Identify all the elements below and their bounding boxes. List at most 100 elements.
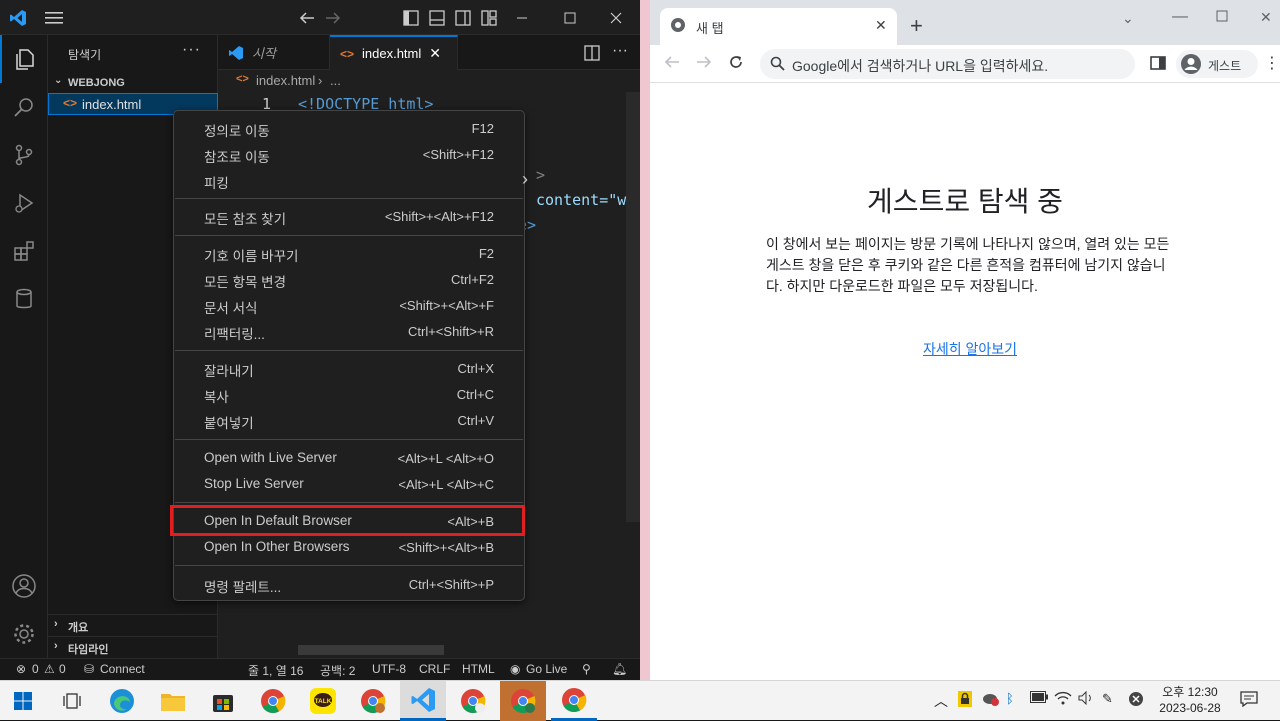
microsoft-store-icon[interactable] <box>200 681 246 721</box>
close-tab-icon[interactable]: ✕ <box>429 45 441 62</box>
indentation[interactable]: 공백: 2 <box>320 662 355 679</box>
search-icon[interactable] <box>0 83 48 131</box>
kebab-menu-icon[interactable]: ⋮ <box>1264 53 1280 73</box>
more-actions-icon[interactable]: ··· <box>182 41 201 59</box>
warnings-icon[interactable]: ⚠ <box>44 662 55 676</box>
address-bar[interactable]: Google에서 검색하거나 URL을 입력하세요. <box>760 49 1135 79</box>
go-live-button[interactable]: Go Live <box>526 662 567 676</box>
bluetooth-icon[interactable]: ᛒ <box>1006 691 1014 706</box>
code-fragment[interactable]: content="wi <box>536 191 635 209</box>
settings-gear-icon[interactable] <box>0 610 48 658</box>
maximize-icon[interactable] <box>1216 10 1228 25</box>
menu-item-open-other-browsers[interactable]: Open In Other Browsers <Shift>+<Alt>+B <box>178 534 520 560</box>
close-window-icon[interactable]: ✕ <box>1260 9 1272 26</box>
volume-icon[interactable] <box>1078 690 1094 708</box>
back-arrow-icon[interactable] <box>297 8 317 28</box>
pen-icon[interactable]: ✎ <box>1102 691 1113 707</box>
wifi-icon[interactable] <box>1054 691 1072 708</box>
extensions-icon[interactable] <box>0 227 48 275</box>
connect-label[interactable]: Connect <box>100 662 145 676</box>
forward-arrow-icon[interactable] <box>696 54 712 73</box>
workspace-folder[interactable]: ⌄ WEBJONG <box>48 73 218 93</box>
menu-item-go-to-definition[interactable]: 정의로 이동 F12 <box>178 115 520 141</box>
toggle-secondary-sidebar-icon[interactable] <box>453 8 473 28</box>
tray-cloud-error-icon[interactable] <box>982 691 1000 710</box>
menu-item-peek[interactable]: 피킹 › <box>178 167 528 193</box>
menu-item-copy[interactable]: 복사 Ctrl+C <box>178 381 520 407</box>
menu-icon[interactable] <box>44 8 64 28</box>
cursor-position[interactable]: 줄 1, 열 16 <box>248 662 303 679</box>
new-tab-plus-icon[interactable]: + <box>910 13 923 39</box>
vscode-taskbar-icon[interactable] <box>400 681 446 721</box>
menu-item-find-all-references[interactable]: 모든 참조 찾기 <Shift>+<Alt>+F12 <box>178 203 520 229</box>
horizontal-scrollbar[interactable] <box>298 645 444 655</box>
menu-item-command-palette[interactable]: 명령 팔레트... Ctrl+<Shift>+P <box>178 571 520 597</box>
outline-section[interactable]: › 개요 <box>48 614 218 636</box>
warning-count[interactable]: 0 <box>59 662 66 676</box>
database-icon[interactable] <box>0 275 48 323</box>
source-control-icon[interactable] <box>0 131 48 179</box>
menu-item-open-live-server[interactable]: Open with Live Server <Alt>+L <Alt>+O <box>178 445 520 471</box>
broadcast-icon[interactable]: ◉ <box>510 662 520 676</box>
menu-item-stop-live-server[interactable]: Stop Live Server <Alt>+L <Alt>+C <box>178 471 520 497</box>
battery-icon[interactable] <box>1030 691 1048 706</box>
reload-icon[interactable] <box>728 54 744 73</box>
chrome-profile-icon[interactable] <box>500 681 546 721</box>
kakaotalk-icon[interactable]: TALK <box>300 681 346 721</box>
breadcrumb-symbols[interactable]: ... <box>330 73 341 88</box>
encoding[interactable]: UTF-8 <box>372 662 406 676</box>
account-icon[interactable] <box>0 562 48 610</box>
feedback-icon[interactable]: ⚲ <box>582 662 591 676</box>
tab-welcome[interactable]: 시작 <box>218 35 330 70</box>
tab-index-html[interactable]: <> index.html ✕ <box>330 35 458 70</box>
menu-item-go-to-references[interactable]: 참조로 이동 <Shift>+F12 <box>178 141 520 167</box>
timeline-section[interactable]: › 타임라인 <box>48 636 218 658</box>
chrome-profile-icon[interactable] <box>450 681 496 721</box>
customize-layout-icon[interactable] <box>479 8 499 28</box>
forward-arrow-icon[interactable] <box>323 8 343 28</box>
minimize-icon[interactable]: — <box>1172 8 1188 26</box>
notifications-bell-icon[interactable]: 🔔︎ <box>612 662 627 676</box>
minimize-icon[interactable] <box>512 8 532 28</box>
start-windows-icon[interactable] <box>0 681 46 721</box>
menu-item-rename-symbol[interactable]: 기호 이름 바꾸기 F2 <box>178 240 520 266</box>
tray-chevron-up-icon[interactable]: ︿ <box>934 691 948 711</box>
clock[interactable]: 오후 12:30 2023-06-28 <box>1150 684 1230 716</box>
notification-center-icon[interactable] <box>1240 691 1258 710</box>
toggle-sidebar-icon[interactable] <box>401 8 421 28</box>
chrome-profile-icon[interactable] <box>350 681 396 721</box>
close-window-icon[interactable] <box>606 8 626 28</box>
scrollbar[interactable] <box>626 92 640 522</box>
menu-item-format-document[interactable]: 문서 서식 <Shift>+<Alt>+F <box>178 292 520 318</box>
menu-item-paste[interactable]: 붙여넣기 Ctrl+V <box>178 407 520 433</box>
tray-close-circle-icon[interactable] <box>1128 691 1144 710</box>
chrome-active-icon[interactable] <box>551 681 597 721</box>
side-panel-icon[interactable] <box>1150 55 1166 74</box>
line-ending[interactable]: CRLF <box>419 662 450 676</box>
menu-item-cut[interactable]: 잘라내기 Ctrl+X <box>178 355 520 381</box>
database-connect-icon[interactable]: ⛁ <box>84 662 94 676</box>
file-explorer-icon[interactable] <box>150 681 196 721</box>
breadcrumb-file[interactable]: index.html <box>256 73 315 88</box>
menu-item-change-all[interactable]: 모든 항목 변경 Ctrl+F2 <box>178 266 520 292</box>
toggle-panel-icon[interactable] <box>427 8 447 28</box>
language-mode[interactable]: HTML <box>462 662 495 676</box>
explorer-icon[interactable] <box>0 35 48 83</box>
run-debug-icon[interactable] <box>0 179 48 227</box>
maximize-icon[interactable] <box>560 8 580 28</box>
more-actions-icon[interactable]: ··· <box>610 41 630 61</box>
chrome-icon[interactable] <box>250 681 296 721</box>
error-count[interactable]: 0 <box>32 662 39 676</box>
close-tab-icon[interactable]: ✕ <box>875 17 887 34</box>
back-arrow-icon[interactable] <box>664 54 680 73</box>
guest-profile-button[interactable]: 게스트 <box>1176 50 1258 78</box>
edge-browser-icon[interactable] <box>99 681 145 721</box>
learn-more-link[interactable]: 자세히 알아보기 <box>650 339 1280 359</box>
menu-item-refactor[interactable]: 리팩터링... Ctrl+<Shift>+R <box>178 318 520 344</box>
task-view-icon[interactable] <box>49 681 95 721</box>
errors-icon[interactable]: ⊗ <box>16 662 26 676</box>
tray-lock-icon[interactable] <box>958 691 972 710</box>
split-editor-icon[interactable] <box>582 43 602 63</box>
tab-search-chevron-icon[interactable]: ⌄ <box>1122 10 1134 27</box>
chrome-tab-new-tab[interactable]: 새 탭 ✕ <box>660 8 897 45</box>
